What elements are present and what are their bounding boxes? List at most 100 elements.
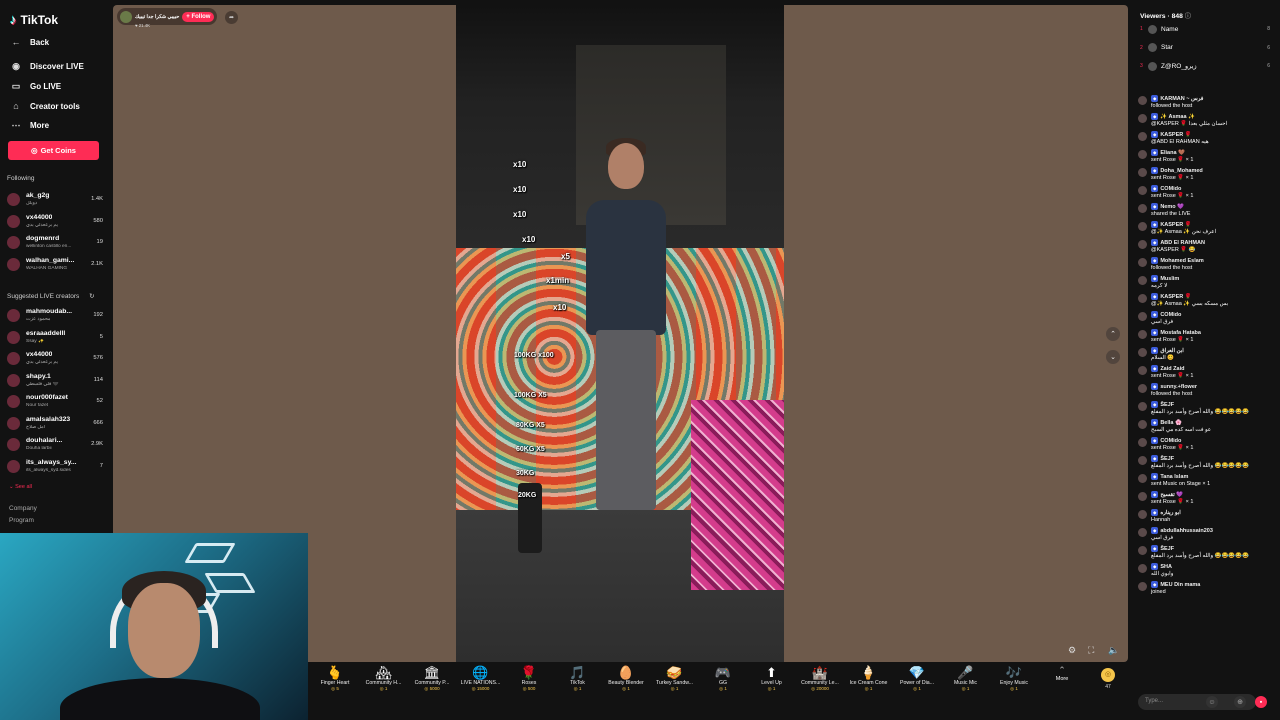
gift-item[interactable]: 🌐 LIVE NATIONS... ◎ 15000 — [457, 665, 505, 701]
chat-avatar[interactable] — [1138, 132, 1147, 141]
gift-item[interactable]: 🌹 Roses ◎ 500 — [505, 665, 553, 701]
gift-item[interactable]: ⬆ Level Up ◎ 1 — [748, 665, 796, 701]
account-avatar[interactable] — [7, 438, 20, 451]
following-account[interactable]: walhan_gami... WALHAN GAMING 2.1K — [7, 255, 103, 275]
suggested-account[interactable]: nour000fazet Nour fazet 52 — [7, 392, 103, 412]
chat-avatar[interactable] — [1138, 474, 1147, 483]
chat-avatar[interactable] — [1138, 168, 1147, 177]
chat-username[interactable]: Tana Islam — [1160, 474, 1188, 480]
following-account[interactable]: dogmenrd wellinton castillo en... 19 — [7, 233, 103, 253]
chat-avatar[interactable] — [1138, 492, 1147, 501]
account-avatar[interactable] — [7, 459, 20, 473]
add-icon[interactable]: ⊕ — [1234, 696, 1246, 708]
gift-item[interactable]: 🎤 Music Mic ◎ 1 — [942, 665, 990, 701]
chat-username[interactable]: Mohamed Eslam — [1160, 258, 1203, 264]
suggested-account[interactable]: esraaaddelll Ssay ✨ 5 — [7, 328, 103, 348]
chat-username[interactable]: KARMAN ~ فرس — [1160, 96, 1203, 102]
nav-go-live[interactable]: ▭ Go LIVE — [10, 81, 61, 92]
gift-item[interactable]: 🏰 Community Le... ◎ 20000 — [796, 665, 844, 701]
chat-username[interactable]: COMido — [1160, 312, 1181, 318]
gift-item[interactable]: 🎶 Enjoy Music ◎ 1 — [990, 665, 1038, 701]
next-live-icon[interactable]: ⌄ — [1106, 350, 1120, 364]
gift-item[interactable]: 🥚 Beauty Blender ◎ 1 — [602, 665, 650, 701]
emoji-icon[interactable]: ☺ — [1206, 696, 1218, 708]
chat-username[interactable]: Doha_Mohamed — [1160, 168, 1202, 174]
chat-avatar[interactable] — [1138, 564, 1147, 573]
chat-username[interactable]: ŠEJF — [1160, 402, 1174, 408]
chat-avatar[interactable] — [1138, 384, 1147, 393]
chat-feed[interactable]: ◆ KARMAN ~ فرس followed the host ◆ ✨ Asmaa ✨… — [1138, 95, 1278, 690]
previous-live-icon[interactable]: ⌃ — [1106, 327, 1120, 341]
viewer-avatar[interactable] — [1148, 61, 1157, 71]
chat-avatar[interactable] — [1138, 222, 1147, 231]
footer-company[interactable]: Company — [9, 505, 37, 512]
chat-avatar[interactable] — [1138, 186, 1147, 195]
chat-avatar[interactable] — [1138, 312, 1147, 321]
chat-avatar[interactable] — [1138, 114, 1147, 123]
volume-icon[interactable]: 🔈 — [1108, 645, 1119, 656]
chat-username[interactable]: ŠEJF — [1160, 546, 1174, 552]
top-viewer-row[interactable]: 1 Name 8 — [1140, 23, 1270, 35]
chat-username[interactable]: Mostafa Hataba — [1160, 330, 1201, 336]
fullscreen-icon[interactable]: ⛶ — [1088, 645, 1094, 656]
chat-avatar[interactable] — [1138, 150, 1147, 159]
settings-icon[interactable]: ⚙ — [1068, 645, 1076, 656]
get-coins-button[interactable]: ◎ Get Coins — [8, 141, 99, 160]
chat-username[interactable]: sunny.+flower — [1160, 384, 1197, 390]
following-account[interactable]: ak_g2g دوبلل 1.4K — [7, 190, 103, 210]
account-avatar[interactable] — [7, 373, 20, 387]
refresh-icon[interactable]: ↻ — [89, 293, 94, 300]
chat-username[interactable]: KASPER 🌹 — [1160, 294, 1191, 300]
suggested-account[interactable]: its_always_sy... its_always_syd.sides 7 — [7, 457, 103, 477]
chat-avatar[interactable] — [1138, 438, 1147, 447]
chat-username[interactable]: ✨ Asmaa ✨ — [1160, 114, 1195, 120]
gift-item[interactable]: 🥪 Turkey Sandw... ◎ 1 — [651, 665, 699, 701]
account-avatar[interactable] — [7, 214, 20, 228]
chat-avatar[interactable] — [1138, 294, 1147, 303]
gift-item[interactable]: 🍦 Ice Cream Cone ◎ 1 — [845, 665, 893, 701]
chat-avatar[interactable] — [1138, 528, 1147, 537]
coin-balance-button[interactable]: ◎ 47 — [1093, 668, 1123, 690]
chat-username[interactable]: ABD El RAHMAN — [1160, 240, 1205, 246]
viewers-title[interactable]: Viewers · 848 ⓘ — [1140, 11, 1191, 20]
chat-avatar[interactable] — [1138, 456, 1147, 465]
viewer-avatar[interactable] — [1148, 43, 1157, 52]
chat-username[interactable]: Bella 🌸 — [1160, 420, 1182, 426]
chat-avatar[interactable] — [1138, 582, 1147, 591]
gift-item[interactable]: 🏛 Community P... ◎ 5000 — [408, 665, 456, 701]
account-avatar[interactable] — [7, 257, 20, 271]
chat-avatar[interactable] — [1138, 204, 1147, 213]
chat-username[interactable]: Zaid Zaid — [1160, 366, 1184, 372]
host-avatar[interactable] — [120, 10, 132, 23]
account-avatar[interactable] — [7, 193, 20, 206]
gift-item[interactable]: 💎 Power of Dia... ◎ 1 — [893, 665, 941, 701]
chat-avatar[interactable] — [1138, 276, 1147, 285]
chat-username[interactable]: Nemo 💜 — [1160, 204, 1184, 210]
live-video[interactable]: x10 x10 x10 x10 x5 x1min x10 100KG x100 100KG X5… — [456, 5, 784, 662]
suggested-account[interactable]: amalsalah323 امل صلاح 666 — [7, 414, 103, 434]
suggested-account[interactable]: douhalari... Douha larbii 2.9K — [7, 435, 103, 455]
footer-program[interactable]: Program — [9, 517, 34, 524]
nav-back[interactable]: ← Back — [10, 37, 50, 47]
viewer-avatar[interactable] — [1148, 24, 1157, 34]
more-gifts-button[interactable]: ⌃ More — [1050, 665, 1074, 682]
chat-avatar[interactable] — [1138, 240, 1147, 249]
chat-username[interactable]: MEU Din mama — [1160, 582, 1200, 588]
chat-avatar[interactable] — [1138, 420, 1147, 429]
chat-username[interactable]: Muslim — [1160, 276, 1179, 282]
nav-more[interactable]: ⋯ More — [10, 120, 50, 131]
account-avatar[interactable] — [7, 352, 20, 365]
top-viewer-row[interactable]: 2 Star 6 — [1140, 42, 1270, 54]
gift-item[interactable]: 🏘 Community H... ◎ 1 — [360, 665, 408, 701]
gift-item[interactable]: 🎵 TikTok ◎ 1 — [554, 665, 602, 701]
chat-avatar[interactable] — [1138, 258, 1147, 267]
chat-username[interactable]: تقسيح 💜 — [1160, 492, 1183, 498]
account-avatar[interactable] — [7, 236, 20, 249]
tiktok-logo[interactable]: ♪ TikTok — [10, 12, 58, 27]
chat-avatar[interactable] — [1138, 402, 1147, 411]
chat-username[interactable]: abdullahhussain203 — [1160, 528, 1213, 534]
chat-avatar[interactable] — [1138, 330, 1147, 339]
gift-item[interactable]: 🫰 Finger Heart ◎ 5 — [311, 665, 359, 701]
see-all-link[interactable]: ⌄ See all — [9, 484, 32, 490]
follow-button[interactable]: + Follow — [182, 11, 215, 22]
